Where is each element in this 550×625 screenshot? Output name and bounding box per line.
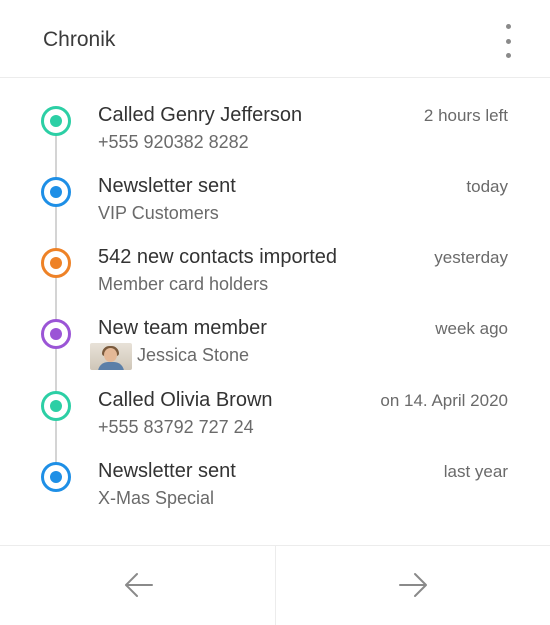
page-title: Chronik: [43, 28, 116, 51]
timeline-item-subtitle: Jessica Stone: [137, 345, 250, 365]
timeline-item[interactable]: Called Genry Jefferson +555 920382 8282 …: [0, 104, 550, 164]
timeline-item-time: on 14. April 2020: [380, 391, 508, 410]
pagination-footer: [0, 545, 550, 625]
timeline-item[interactable]: New team member Jessica Stone week ago: [0, 317, 550, 377]
card-header: Chronik: [0, 0, 550, 78]
timeline-item-title: 542 new contacts imported: [98, 246, 338, 268]
timeline-item-subtitle: +555 920382 8282: [98, 132, 249, 152]
timeline-dot-icon: [41, 177, 71, 207]
arrow-right-icon: [399, 573, 427, 597]
timeline-item-title: New team member: [98, 317, 267, 339]
timeline-item[interactable]: Newsletter sent VIP Customers today: [0, 175, 550, 235]
timeline-item[interactable]: Newsletter sent X-Mas Special last year: [0, 460, 550, 520]
timeline-item-time: today: [466, 177, 508, 196]
arrow-left-icon: [125, 573, 153, 597]
timeline-item-subtitle: Member card holders: [98, 274, 269, 294]
timeline-item-title: Called Olivia Brown: [98, 389, 273, 411]
timeline-item[interactable]: Called Olivia Brown +555 83792 727 24 on…: [0, 389, 550, 449]
next-button[interactable]: [275, 546, 550, 625]
timeline-item-subtitle: +555 83792 727 24: [98, 417, 254, 437]
timeline-item[interactable]: 542 new contacts imported Member card ho…: [0, 246, 550, 306]
timeline-item-time: week ago: [435, 319, 508, 338]
timeline-dot-icon: [41, 462, 71, 492]
timeline-card: Chronik Called Genry Jefferson +555 9203…: [0, 0, 550, 625]
avatar: [90, 343, 132, 370]
more-vertical-icon[interactable]: [498, 24, 518, 58]
timeline-item-title: Called Genry Jefferson: [98, 104, 303, 126]
timeline-item-subtitle: VIP Customers: [98, 203, 219, 223]
timeline-item-title: Newsletter sent: [98, 460, 236, 482]
timeline-item-subtitle: X-Mas Special: [98, 488, 215, 508]
previous-button[interactable]: [0, 546, 274, 625]
timeline-dot-icon: [41, 319, 71, 349]
timeline-item-time: 2 hours left: [423, 106, 508, 125]
timeline-dot-icon: [41, 106, 71, 136]
timeline-item-time: yesterday: [434, 248, 508, 267]
timeline-dot-icon: [41, 248, 71, 278]
timeline-dot-icon: [41, 391, 71, 421]
timeline-item-title: Newsletter sent: [98, 175, 236, 197]
timeline-item-time: last year: [443, 462, 508, 481]
